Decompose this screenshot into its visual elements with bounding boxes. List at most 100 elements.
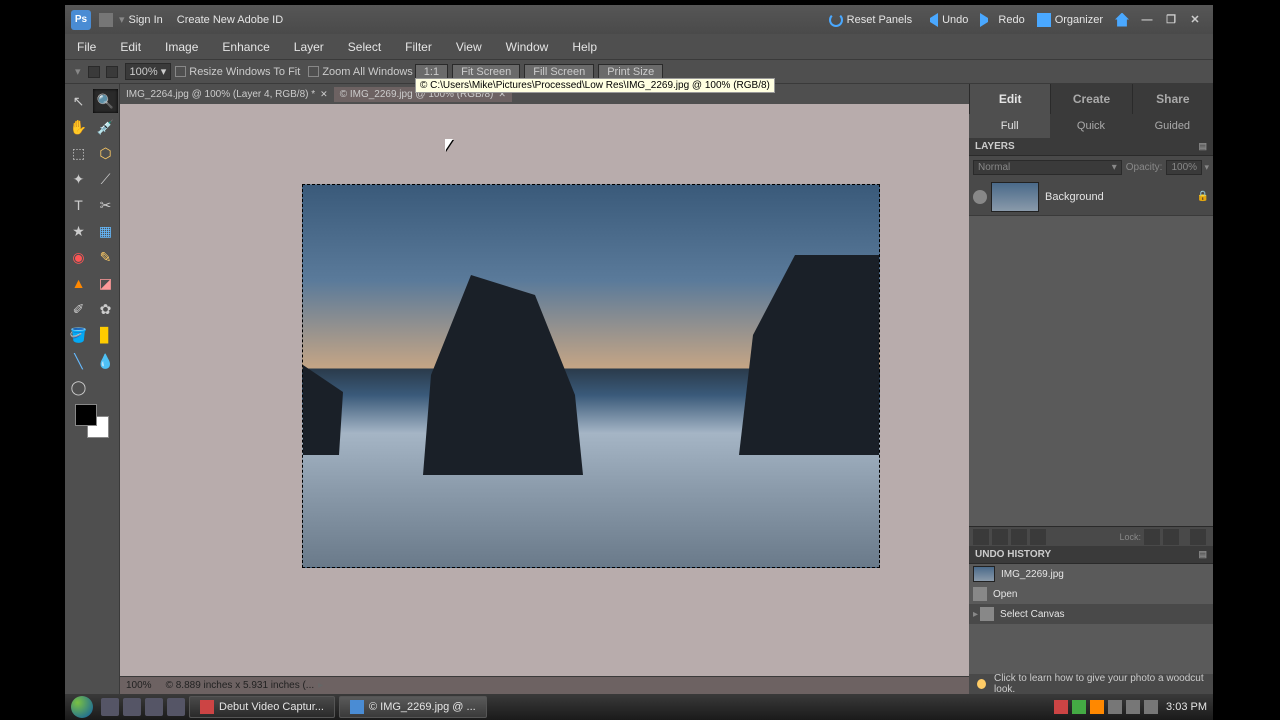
menu-enhance[interactable]: Enhance bbox=[222, 40, 269, 54]
healing-tool[interactable]: ✎ bbox=[93, 245, 118, 269]
panel-layout-icon[interactable] bbox=[99, 13, 113, 27]
adjustment-button[interactable] bbox=[1011, 529, 1027, 545]
create-id-link[interactable]: Create New Adobe ID bbox=[177, 14, 283, 26]
quicklaunch-icon[interactable] bbox=[167, 698, 185, 716]
foreground-color[interactable] bbox=[75, 404, 97, 426]
blend-mode-select[interactable]: Normal ▾ bbox=[973, 160, 1122, 175]
signin-link[interactable]: Sign In bbox=[129, 14, 163, 26]
crop-tool[interactable]: ✂ bbox=[93, 193, 118, 217]
tray-icon[interactable] bbox=[1090, 700, 1104, 714]
quicklaunch-icon[interactable] bbox=[145, 698, 163, 716]
magic-wand-tool[interactable]: ✦ bbox=[66, 167, 91, 191]
brush-tool[interactable]: ✐ bbox=[66, 297, 91, 321]
recompose-tool[interactable]: ▦ bbox=[93, 219, 118, 243]
start-button[interactable] bbox=[65, 694, 99, 720]
quick-select-tool[interactable]: ⟋ bbox=[93, 167, 118, 191]
gradient-tool[interactable]: ▊ bbox=[93, 323, 118, 347]
new-group-button[interactable] bbox=[992, 529, 1008, 545]
menu-select[interactable]: Select bbox=[348, 40, 381, 54]
menu-window[interactable]: Window bbox=[506, 40, 549, 54]
blur-tool[interactable]: 💧 bbox=[93, 349, 118, 373]
history-item[interactable]: ▸Select Canvas bbox=[969, 604, 1213, 624]
resize-windows-checkbox[interactable] bbox=[175, 66, 186, 77]
hint-bar[interactable]: Click to learn how to give your photo a … bbox=[969, 674, 1213, 694]
redeye-tool[interactable]: ◉ bbox=[66, 245, 91, 269]
close-button[interactable]: ✕ bbox=[1187, 13, 1203, 26]
document-tab-1[interactable]: IMG_2264.jpg @ 100% (Layer 4, RGB/8) *✕ bbox=[120, 87, 334, 102]
smart-brush-tool[interactable]: ✿ bbox=[93, 297, 118, 321]
zoom-out-icon[interactable] bbox=[106, 66, 118, 78]
type-tool[interactable]: T bbox=[66, 193, 91, 217]
app-logo[interactable]: Ps bbox=[71, 10, 91, 30]
layer-thumbnail[interactable] bbox=[991, 182, 1039, 212]
menu-help[interactable]: Help bbox=[572, 40, 597, 54]
marquee-tool[interactable]: ⬚ bbox=[66, 141, 91, 165]
maximize-button[interactable]: ❐ bbox=[1163, 13, 1179, 26]
eraser-tool[interactable]: ◪ bbox=[93, 271, 118, 295]
taskbar-item[interactable]: © IMG_2269.jpg @ ... bbox=[339, 696, 487, 718]
zoom-level-select[interactable]: 100% ▾ bbox=[125, 63, 172, 80]
quicklaunch-icon[interactable] bbox=[123, 698, 141, 716]
menu-image[interactable]: Image bbox=[165, 40, 198, 54]
lock-pixels-button[interactable] bbox=[1144, 529, 1160, 545]
undo-history-header[interactable]: UNDO HISTORY▤ bbox=[969, 546, 1213, 564]
share-tab[interactable]: Share bbox=[1132, 84, 1213, 114]
organizer-button[interactable]: Organizer bbox=[1037, 13, 1103, 27]
network-icon[interactable] bbox=[1126, 700, 1140, 714]
menu-filter[interactable]: Filter bbox=[405, 40, 432, 54]
close-icon[interactable]: ✕ bbox=[320, 89, 328, 100]
tray-icon[interactable] bbox=[1054, 700, 1068, 714]
taskbar-item[interactable]: Debut Video Captur... bbox=[189, 696, 335, 718]
paint-bucket-tool[interactable]: 🪣 bbox=[66, 323, 91, 347]
zoom-tool[interactable]: 🔍 bbox=[93, 89, 118, 113]
layer-name[interactable]: Background bbox=[1045, 191, 1197, 203]
move-tool[interactable]: ↖ bbox=[66, 89, 91, 113]
undo-button[interactable]: Undo bbox=[924, 13, 968, 27]
new-layer-button[interactable] bbox=[973, 529, 989, 545]
status-dimensions[interactable]: © 8.889 inches x 5.931 inches (... bbox=[166, 680, 315, 691]
quick-subtab[interactable]: Quick bbox=[1050, 114, 1131, 138]
zoom-in-icon[interactable] bbox=[88, 66, 100, 78]
zoom-all-checkbox[interactable] bbox=[308, 66, 319, 77]
guided-subtab[interactable]: Guided bbox=[1132, 114, 1213, 138]
clone-tool[interactable]: ▲ bbox=[66, 271, 91, 295]
home-button[interactable] bbox=[1115, 13, 1129, 27]
delete-layer-button[interactable] bbox=[1190, 529, 1206, 545]
history-item[interactable]: IMG_2269.jpg bbox=[969, 564, 1213, 584]
volume-icon[interactable] bbox=[1144, 700, 1158, 714]
redo-button[interactable]: Redo bbox=[980, 13, 1024, 27]
color-swatches[interactable] bbox=[75, 404, 109, 438]
reset-icon bbox=[829, 13, 843, 27]
tray-icon[interactable] bbox=[1072, 700, 1086, 714]
menu-file[interactable]: File bbox=[77, 40, 96, 54]
menu-layer[interactable]: Layer bbox=[294, 40, 324, 54]
panel-menu-icon[interactable]: ▤ bbox=[1198, 141, 1207, 152]
hand-tool[interactable]: ✋ bbox=[66, 115, 91, 139]
full-subtab[interactable]: Full bbox=[969, 114, 1050, 138]
quicklaunch-icon[interactable] bbox=[101, 698, 119, 716]
canvas-area[interactable] bbox=[120, 104, 969, 676]
opacity-input[interactable]: 100% bbox=[1166, 160, 1202, 175]
menu-view[interactable]: View bbox=[456, 40, 482, 54]
menu-edit[interactable]: Edit bbox=[120, 40, 141, 54]
shape-tool[interactable]: ╲ bbox=[66, 349, 91, 373]
eyedropper-tool[interactable]: 💉 bbox=[93, 115, 118, 139]
visibility-icon[interactable] bbox=[973, 190, 987, 204]
minimize-button[interactable]: — bbox=[1139, 14, 1155, 26]
clock[interactable]: 3:03 PM bbox=[1166, 701, 1207, 713]
layer-row[interactable]: Background 🔒 bbox=[969, 178, 1213, 216]
panel-menu-icon[interactable]: ▤ bbox=[1198, 549, 1207, 560]
history-item[interactable]: Open bbox=[969, 584, 1213, 604]
lock-all-button[interactable] bbox=[1163, 529, 1179, 545]
reset-panels-button[interactable]: Reset Panels bbox=[829, 13, 912, 27]
tray-icon[interactable] bbox=[1108, 700, 1122, 714]
create-tab[interactable]: Create bbox=[1050, 84, 1131, 114]
link-button[interactable] bbox=[1030, 529, 1046, 545]
lasso-tool[interactable]: ⬡ bbox=[93, 141, 118, 165]
image-canvas[interactable] bbox=[302, 184, 880, 568]
layers-panel-header[interactable]: LAYERS▤ bbox=[969, 138, 1213, 156]
cookie-cutter-tool[interactable]: ★ bbox=[66, 219, 91, 243]
edit-tab[interactable]: Edit bbox=[969, 84, 1050, 114]
status-zoom[interactable]: 100% bbox=[126, 680, 152, 691]
sponge-tool[interactable]: ◯ bbox=[66, 375, 91, 399]
